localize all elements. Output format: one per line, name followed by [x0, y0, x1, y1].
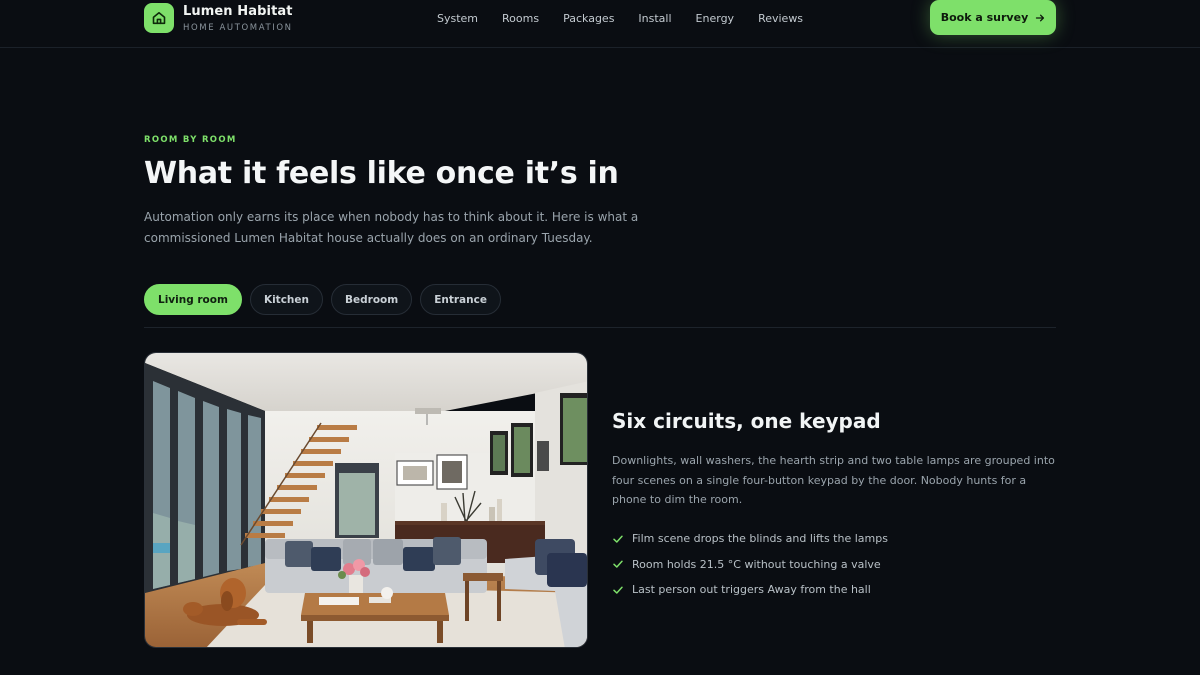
feature-text: Room holds 21.5 °C without touching a va… [632, 557, 881, 571]
nav-link-reviews[interactable]: Reviews [758, 12, 803, 25]
nav-link-system[interactable]: System [437, 12, 478, 25]
home-icon[interactable] [144, 3, 174, 33]
list-item: Film scene drops the blinds and lifts th… [612, 526, 888, 552]
check-icon [612, 584, 624, 596]
page-title: What it feels like once it’s in [144, 156, 619, 191]
tab-kitchen[interactable]: Kitchen [249, 284, 323, 315]
feature-text: Last person out triggers Away from the h… [632, 583, 871, 597]
living-room-photo [144, 352, 588, 648]
nav-links: System Rooms Packages Install Energy Rev… [437, 12, 827, 25]
tab-bedroom[interactable]: Bedroom [331, 284, 413, 315]
check-icon [612, 558, 624, 570]
feature-text: Film scene drops the blinds and lifts th… [632, 532, 888, 546]
feature-list: Film scene drops the blinds and lifts th… [612, 526, 888, 603]
top-nav: Lumen Habitat HOME AUTOMATION System Roo… [0, 0, 1200, 48]
arrow-right-icon [1036, 14, 1045, 21]
book-survey-label: Book a survey [940, 11, 1029, 24]
check-icon [612, 533, 624, 545]
room-title: Six circuits, one keypad [612, 409, 881, 433]
section-eyebrow: ROOM BY ROOM [144, 135, 237, 145]
tab-living-room[interactable]: Living room [144, 284, 242, 315]
list-item: Room holds 21.5 °C without touching a va… [612, 552, 888, 578]
nav-link-packages[interactable]: Packages [563, 12, 614, 25]
brand-tagline: HOME AUTOMATION [183, 23, 293, 33]
book-survey-button[interactable]: Book a survey [930, 0, 1056, 35]
intro-text: Automation only earns its place when nob… [144, 210, 639, 245]
nav-link-energy[interactable]: Energy [696, 12, 735, 25]
tab-entrance[interactable]: Entrance [420, 284, 501, 315]
brand-name[interactable]: Lumen Habitat [183, 4, 293, 19]
nav-link-install[interactable]: Install [638, 12, 671, 25]
nav-link-rooms[interactable]: Rooms [502, 12, 539, 25]
room-tabs: Living room Kitchen Bedroom Entrance [144, 284, 501, 315]
divider [144, 327, 1056, 328]
room-description: Downlights, wall washers, the hearth str… [612, 454, 1055, 506]
list-item: Last person out triggers Away from the h… [612, 577, 888, 603]
